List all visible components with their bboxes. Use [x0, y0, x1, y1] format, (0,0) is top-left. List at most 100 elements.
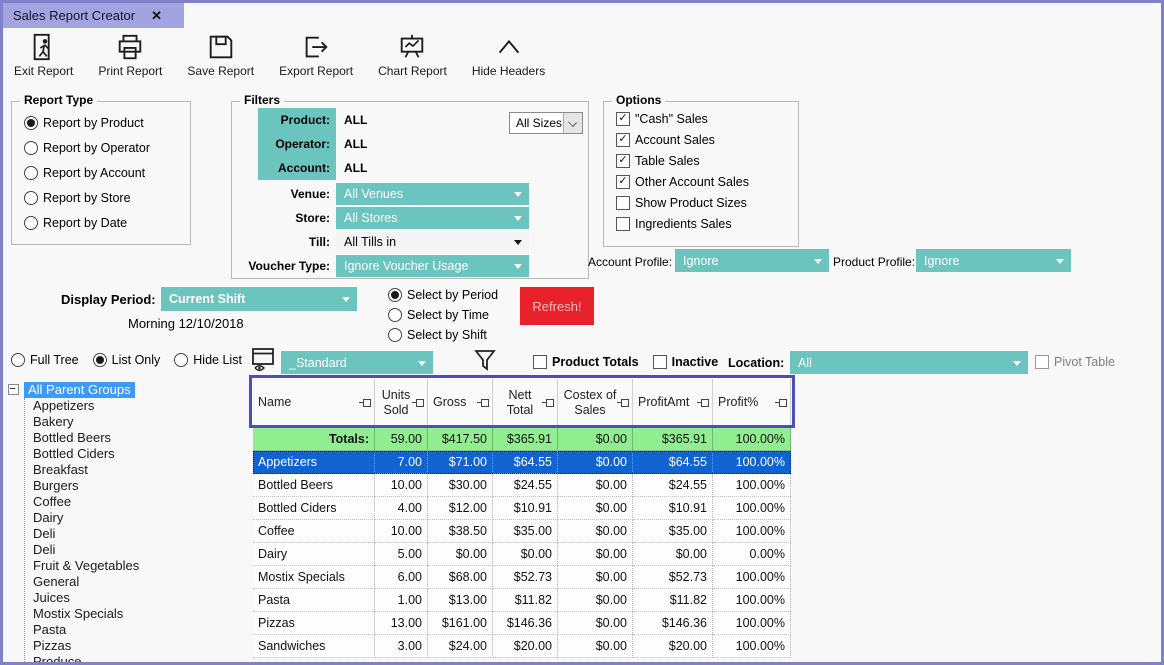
- radio-button-icon[interactable]: [11, 353, 25, 367]
- checkbox-ingredients-sales[interactable]: Ingredients Sales: [616, 217, 749, 231]
- checkbox-icon[interactable]: [616, 112, 630, 126]
- refresh-button[interactable]: Refresh!: [520, 287, 594, 325]
- checkbox-icon[interactable]: [1035, 355, 1049, 369]
- column-pin-icon[interactable]: [621, 399, 629, 407]
- checkbox-account-sales[interactable]: Account Sales: [616, 133, 749, 147]
- checkbox-icon[interactable]: [616, 133, 630, 147]
- tree-item-fruit-vegetables[interactable]: Fruit & Vegetables: [25, 558, 249, 574]
- radio-button-icon[interactable]: [24, 116, 38, 130]
- column-pin-icon[interactable]: [416, 399, 424, 407]
- tree-item-mostix-specials[interactable]: Mostix Specials: [25, 606, 249, 622]
- filter-dropdown-vouchertype[interactable]: Ignore Voucher Usage: [336, 255, 529, 277]
- column-chooser-icon[interactable]: [250, 346, 276, 377]
- grid-row-bottled-beers[interactable]: Bottled Beers10.00$30.00$24.55$0.00$24.5…: [253, 474, 791, 497]
- grid-row-bottled-ciders[interactable]: Bottled Ciders4.00$12.00$10.91$0.00$10.9…: [253, 497, 791, 520]
- checkbox-show-product-sizes[interactable]: Show Product Sizes: [616, 196, 749, 210]
- grid-row-pasta[interactable]: Pasta1.00$13.00$11.82$0.00$11.82100.00%: [253, 589, 791, 612]
- column-pin-icon[interactable]: [481, 399, 489, 407]
- checkbox-icon[interactable]: [616, 154, 630, 168]
- column-header-gross[interactable]: Gross: [428, 379, 493, 426]
- checkbox-icon[interactable]: [616, 175, 630, 189]
- toolbar-button-hide-headers[interactable]: Hide Headers: [467, 32, 550, 78]
- radio-list-only[interactable]: List Only: [93, 353, 161, 367]
- tree-item-bakery[interactable]: Bakery: [25, 414, 249, 430]
- radio-button-icon[interactable]: [24, 216, 38, 230]
- tree-item-juices[interactable]: Juices: [25, 590, 249, 606]
- filter-dropdown-till[interactable]: All Tills in: [336, 231, 529, 253]
- account-profile-dropdown[interactable]: Ignore: [675, 249, 829, 272]
- checkbox--cash-sales[interactable]: "Cash" Sales: [616, 112, 749, 126]
- column-pin-icon[interactable]: [546, 399, 554, 407]
- tree-item-deli[interactable]: Deli: [25, 542, 249, 558]
- tree-item-pizzas[interactable]: Pizzas: [25, 638, 249, 654]
- radio-button-icon[interactable]: [24, 166, 38, 180]
- radio-button-icon[interactable]: [388, 328, 402, 342]
- toolbar-button-chart-report[interactable]: Chart Report: [373, 32, 452, 78]
- checkbox-other-account-sales[interactable]: Other Account Sales: [616, 175, 749, 189]
- radio-button-icon[interactable]: [24, 141, 38, 155]
- radio-button-icon[interactable]: [388, 288, 402, 302]
- radio-report-by-date[interactable]: Report by Date: [24, 216, 150, 230]
- grid-row-mostix-specials[interactable]: Mostix Specials6.00$68.00$52.73$0.00$52.…: [253, 566, 791, 589]
- tree-item-appetizers[interactable]: Appetizers: [25, 398, 249, 414]
- radio-button-icon[interactable]: [388, 308, 402, 322]
- tree-item-bottled-ciders[interactable]: Bottled Ciders: [25, 446, 249, 462]
- tree-item-general[interactable]: General: [25, 574, 249, 590]
- toolbar-button-print-report[interactable]: Print Report: [93, 32, 167, 78]
- tree-item-breakfast[interactable]: Breakfast: [25, 462, 249, 478]
- display-period-dropdown[interactable]: Current Shift: [161, 287, 357, 311]
- radio-button-icon[interactable]: [174, 353, 188, 367]
- radio-report-by-operator[interactable]: Report by Operator: [24, 141, 150, 155]
- filter-dropdown-venue[interactable]: All Venues: [336, 183, 529, 205]
- tree-item-produce[interactable]: Produce: [25, 654, 249, 662]
- tree-item-bottled-beers[interactable]: Bottled Beers: [25, 430, 249, 446]
- radio-select-by-shift[interactable]: Select by Shift: [388, 328, 498, 342]
- toolbar-button-exit-report[interactable]: Exit Report: [9, 32, 78, 78]
- filter-dropdown-store[interactable]: All Stores: [336, 207, 529, 229]
- filter-funnel-icon[interactable]: [473, 347, 497, 376]
- radio-button-icon[interactable]: [93, 353, 107, 367]
- checkbox-table-sales[interactable]: Table Sales: [616, 154, 749, 168]
- column-header-units-sold[interactable]: Units Sold: [375, 379, 428, 426]
- window-title-tab[interactable]: Sales Report Creator ✕: [3, 3, 184, 28]
- size-filter-combo[interactable]: All Sizes: [509, 112, 583, 134]
- tree-item-burgers[interactable]: Burgers: [25, 478, 249, 494]
- column-header-costex-of-sales[interactable]: Costex of Sales: [558, 379, 633, 426]
- close-icon[interactable]: ✕: [151, 8, 162, 24]
- checkbox-icon[interactable]: [616, 196, 630, 210]
- tree-root-row[interactable]: All Parent Groups: [6, 381, 249, 398]
- grid-row-appetizers[interactable]: Appetizers7.00$71.00$64.55$0.00$64.55100…: [253, 451, 791, 474]
- grid-row-coffee[interactable]: Coffee10.00$38.50$35.00$0.00$35.00100.00…: [253, 520, 791, 543]
- radio-button-icon[interactable]: [24, 191, 38, 205]
- radio-report-by-store[interactable]: Report by Store: [24, 191, 150, 205]
- tree-item-pasta[interactable]: Pasta: [25, 622, 249, 638]
- radio-report-by-account[interactable]: Report by Account: [24, 166, 150, 180]
- radio-select-by-time[interactable]: Select by Time: [388, 308, 498, 322]
- column-header-nett-total[interactable]: Nett Total: [493, 379, 558, 426]
- column-header-profitamt[interactable]: ProfitAmt: [633, 379, 713, 426]
- radio-full-tree[interactable]: Full Tree: [11, 353, 79, 367]
- product-profile-dropdown[interactable]: Ignore: [916, 249, 1071, 272]
- column-pin-icon[interactable]: [363, 399, 371, 407]
- column-header-name[interactable]: Name: [253, 379, 375, 426]
- checkbox-icon[interactable]: [533, 355, 547, 369]
- grid-row-sandwiches[interactable]: Sandwiches3.00$24.00$20.00$0.00$20.00100…: [253, 635, 791, 658]
- radio-report-by-product[interactable]: Report by Product: [24, 116, 150, 130]
- chevron-down-icon[interactable]: [563, 113, 582, 133]
- view-layout-dropdown[interactable]: _Standard: [281, 351, 433, 374]
- toolbar-button-save-report[interactable]: Save Report: [182, 32, 259, 78]
- tree-item-dairy[interactable]: Dairy: [25, 510, 249, 526]
- radio-select-by-period[interactable]: Select by Period: [388, 288, 498, 302]
- location-dropdown[interactable]: All: [790, 351, 1028, 374]
- checkbox-inactive[interactable]: Inactive: [653, 355, 719, 369]
- grid-row-dairy[interactable]: Dairy5.00$0.00$0.00$0.00$0.000.00%: [253, 543, 791, 566]
- grid-totals-row[interactable]: Totals:59.00$417.50$365.91$0.00$365.9110…: [253, 428, 791, 451]
- tree-item-coffee[interactable]: Coffee: [25, 494, 249, 510]
- tree-collapse-icon[interactable]: [8, 384, 19, 395]
- checkbox-product-totals[interactable]: Product Totals: [533, 355, 639, 369]
- checkbox-icon[interactable]: [616, 217, 630, 231]
- tree-item-deli[interactable]: Deli: [25, 526, 249, 542]
- column-header-profit%[interactable]: Profit%: [713, 379, 791, 426]
- grid-row-pizzas[interactable]: Pizzas13.00$161.00$146.36$0.00$146.36100…: [253, 612, 791, 635]
- checkbox-pivot-table[interactable]: Pivot Table: [1035, 355, 1115, 369]
